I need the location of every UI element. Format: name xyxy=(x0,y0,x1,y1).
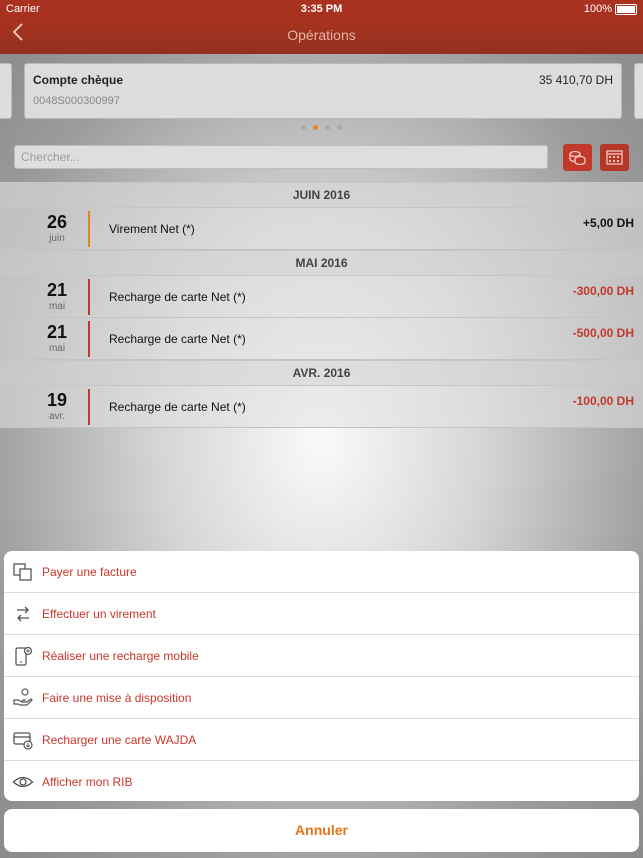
status-bar: Carrier 3:35 PM 100% xyxy=(0,0,643,18)
provision-action[interactable]: Faire une mise à disposition xyxy=(4,677,639,719)
operation-amount: -100,00 DH xyxy=(572,394,634,408)
operation-month: mai xyxy=(48,301,66,312)
operation-day: 19 xyxy=(46,390,68,410)
page-dot[interactable] xyxy=(337,125,342,130)
operation-label: Virement Net (*) xyxy=(109,222,195,236)
action-label: Recharger une carte WAJDA xyxy=(42,733,197,747)
operation-month: juin xyxy=(49,233,65,244)
operation-marker xyxy=(88,321,90,357)
transfer-icon xyxy=(17,606,29,622)
nav-bar: Opérations xyxy=(0,18,643,54)
action-label: Payer une facture xyxy=(42,565,137,579)
operation-amount: -300,00 DH xyxy=(572,284,634,298)
calendar-icon xyxy=(606,150,623,165)
battery-status: 100% xyxy=(584,3,637,15)
previous-account-card[interactable] xyxy=(0,63,12,119)
calendar-filter-button[interactable] xyxy=(600,144,629,171)
operation-month: avr. xyxy=(48,411,66,422)
action-label: Faire une mise à disposition xyxy=(42,691,192,705)
operation-amount: +5,00 DH xyxy=(582,216,634,230)
clock: 3:35 PM xyxy=(300,3,343,15)
operation-month: mai xyxy=(48,343,66,354)
action-sheet: Payer une facture Effectuer un virement … xyxy=(4,551,639,801)
operation-row[interactable]: 26 juin Virement Net (*) +5,00 DH xyxy=(0,208,643,250)
page-indicator[interactable] xyxy=(0,125,643,130)
eye-icon xyxy=(12,776,34,788)
cancel-button[interactable]: Annuler xyxy=(4,809,639,852)
operation-marker xyxy=(88,279,90,315)
operation-label: Recharge de carte Net (*) xyxy=(109,332,246,346)
search-input[interactable] xyxy=(14,145,548,169)
battery-percent: 100% xyxy=(583,3,612,15)
operations-list: JUIN 2016 26 juin Virement Net (*) +5,00… xyxy=(0,182,643,428)
page-dot-active[interactable] xyxy=(313,125,318,130)
coins-icon xyxy=(569,150,586,165)
pay-bill-action[interactable]: Payer une facture xyxy=(4,551,639,593)
month-header: JUIN 2016 xyxy=(0,182,643,208)
operation-row[interactable]: 21 mai Recharge de carte Net (*) -500,00… xyxy=(0,318,643,360)
card-recharge-icon xyxy=(13,732,33,750)
battery-icon xyxy=(615,3,637,15)
card-recharge-action[interactable]: Recharger une carte WAJDA xyxy=(4,719,639,761)
mobile-recharge-action[interactable]: Réaliser une recharge mobile xyxy=(4,635,639,677)
page-title: Opérations xyxy=(287,27,356,43)
operation-amount: -500,00 DH xyxy=(572,326,634,340)
operation-label: Recharge de carte Net (*) xyxy=(109,400,246,414)
operation-label: Recharge de carte Net (*) xyxy=(109,290,246,304)
operation-day: 21 xyxy=(46,280,68,300)
operation-marker xyxy=(88,211,90,247)
hand-coin-icon xyxy=(13,688,33,706)
show-rib-action[interactable]: Afficher mon RIB xyxy=(4,761,639,801)
operation-day: 21 xyxy=(46,322,68,342)
next-account-card[interactable] xyxy=(634,63,643,119)
copy-icon xyxy=(13,563,32,581)
account-number: 0048S000300997 xyxy=(33,95,120,107)
operation-row[interactable]: 21 mai Recharge de carte Net (*) -300,00… xyxy=(0,276,643,318)
action-label: Réaliser une recharge mobile xyxy=(42,649,199,663)
mobile-recharge-icon xyxy=(15,646,33,666)
coins-filter-button[interactable] xyxy=(563,144,592,171)
account-balance: 35 410,70 DH xyxy=(538,73,613,87)
account-card[interactable]: Compte chèque 35 410,70 DH 0048S00030099… xyxy=(24,63,622,119)
month-header: MAI 2016 xyxy=(0,250,643,276)
action-label: Afficher mon RIB xyxy=(42,775,133,789)
operation-marker xyxy=(88,389,90,425)
operation-day: 26 xyxy=(46,212,68,232)
page-dot[interactable] xyxy=(301,125,306,130)
page-dot[interactable] xyxy=(325,125,330,130)
account-name: Compte chèque xyxy=(33,73,124,87)
action-label: Effectuer un virement xyxy=(42,607,156,621)
operation-row[interactable]: 19 avr. Recharge de carte Net (*) -100,0… xyxy=(0,386,643,428)
month-header: AVR. 2016 xyxy=(0,360,643,386)
transfer-action[interactable]: Effectuer un virement xyxy=(4,593,639,635)
